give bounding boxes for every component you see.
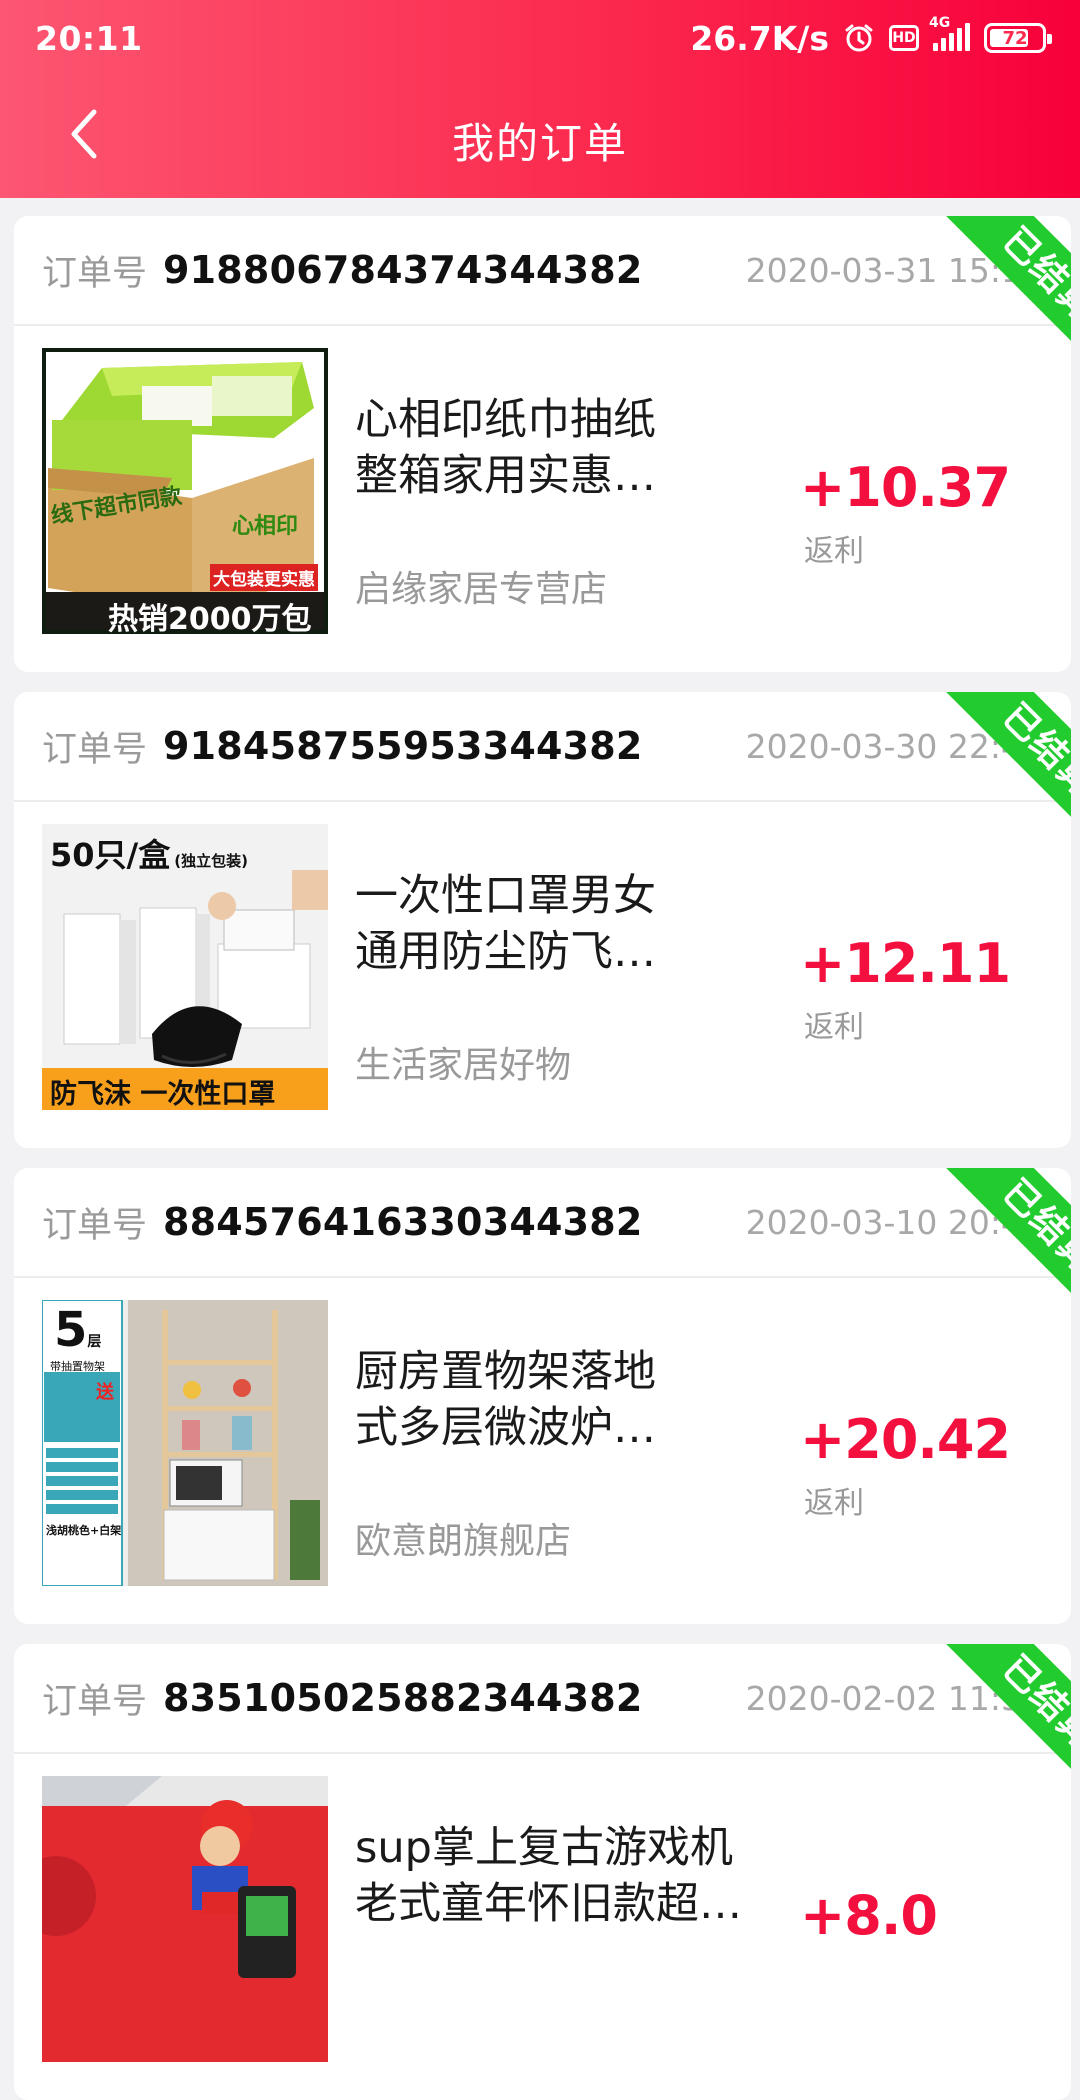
order-card[interactable]: 订单号 918806784374344382 2020-03-31 15:10 [14,216,1071,672]
product-image[interactable]: 线下超市同款 心相印 大包装更实惠 热销2000万包 [42,348,328,634]
rebate-amount: +8.0 [800,1884,938,1947]
alarm-icon [843,22,875,54]
rebate-amount: +20.42 [800,1408,1011,1471]
status-time: 20:11 [35,18,143,58]
order-number: 835105025882344382 [163,1676,643,1720]
product-image[interactable] [42,1776,328,2062]
status-ribbon: 已结算 [921,1644,1071,1794]
rebate-label: 返利 [804,1486,864,1521]
battery-icon: 72 [984,23,1052,53]
signal-icon: 4G [929,15,970,51]
hd-icon: HD [889,25,919,51]
app-header: 20:11 26.7K/s HD 4G 72 我的订单 [0,0,1080,198]
product-title-line2: 老式童年怀旧款超… [355,1879,742,1929]
shop-name: 启缘家居专营店 [355,569,608,610]
status-badge: 已结算 [942,1644,1071,1794]
order-body: 50只/盒 (独立包装) 防飞沫 一次性口罩 一次性口罩男女 通用防尘防飞… 生活… [14,802,1071,1148]
status-badge: 已结算 [942,1168,1071,1318]
thumb-top-text: 50只/盒 (独立包装) [50,836,248,874]
product-title-line2: 通用防尘防飞… [355,927,656,977]
status-ribbon: 已结算 [921,692,1071,842]
nav-bar: 我的订单 [0,76,1080,198]
order-body: sup掌上复古游戏机 老式童年怀旧款超… +8.0 [14,1754,1071,2100]
status-ribbon: 已结算 [921,216,1071,366]
order-card[interactable]: 订单号 835105025882344382 2020-02-02 11:35 [14,1644,1071,2100]
net-speed: 26.7K/s [690,18,829,58]
thumb-brand-text: 心相印 [232,514,299,539]
shop-name: 欧意朗旗舰店 [355,1521,572,1562]
order-header: 订单号 884576416330344382 2020-03-10 20:41 [14,1168,1071,1278]
order-header: 订单号 918806784374344382 2020-03-31 15:10 [14,216,1071,326]
order-header: 订单号 835105025882344382 2020-02-02 11:35 [14,1644,1071,1754]
product-title: 心相印纸巾抽纸 [355,395,656,445]
thumb-box-text: 大包装更实惠 [210,564,318,591]
rebate-label: 返利 [804,1010,864,1045]
page-title: 我的订单 [451,119,628,168]
status-badge: 已结算 [942,216,1071,366]
product-title: 一次性口罩男女 [355,871,656,921]
order-number: 918458755953344382 [163,724,643,768]
order-card[interactable]: 订单号 884576416330344382 2020-03-10 20:41 [14,1168,1071,1624]
order-header: 订单号 918458755953344382 2020-03-30 22:46 [14,692,1071,802]
order-card[interactable]: 订单号 918458755953344382 2020-03-30 22:46 [14,692,1071,1148]
status-indicators: 26.7K/s HD 4G 72 [690,15,1052,58]
battery-level: 72 [1002,27,1028,49]
product-image[interactable]: 50只/盒 (独立包装) 防飞沫 一次性口罩 [42,824,328,1110]
rebate-amount: +12.11 [800,932,1011,995]
product-title-line2: 式多层微波炉… [355,1403,656,1453]
thumb-layers: 5层 [54,1302,102,1358]
shop-name: 生活家居好物 [355,1045,572,1086]
thumb-sub-text: 带抽置物架 [50,1360,105,1373]
order-body: 线下超市同款 心相印 大包装更实惠 热销2000万包 心相印纸巾抽纸 整箱家用实… [14,326,1071,672]
product-image[interactable]: 5层 带抽置物架 送 浅胡桃色+白架 [42,1300,328,1586]
order-number: 884576416330344382 [163,1200,643,1244]
status-ribbon: 已结算 [921,1168,1071,1318]
order-number-label: 订单号 [42,1205,148,1246]
order-body: 5层 带抽置物架 送 浅胡桃色+白架 厨房置物架落地 式多层微波炉… 欧意朗旗舰… [14,1278,1071,1624]
product-title: 厨房置物架落地 [355,1347,656,1397]
order-number-label: 订单号 [42,253,148,294]
order-number-label: 订单号 [42,729,148,770]
thumb-color-text: 浅胡桃色+白架 [46,1524,122,1537]
rebate-label: 返利 [804,534,864,569]
thumb-gift-text: 送 [96,1382,114,1403]
rebate-amount: +10.37 [800,456,1011,519]
order-number-label: 订单号 [42,1681,148,1722]
status-badge: 已结算 [942,692,1071,842]
thumb-bottom-text: 防飞沫 一次性口罩 [50,1079,276,1110]
status-bar: 20:11 26.7K/s HD 4G 72 [0,0,1080,76]
product-title-line2: 整箱家用实惠… [355,451,656,501]
thumb-bottom-text: 热销2000万包 [108,602,312,634]
order-number: 918806784374344382 [163,248,643,292]
product-title: sup掌上复古游戏机 [355,1823,733,1873]
